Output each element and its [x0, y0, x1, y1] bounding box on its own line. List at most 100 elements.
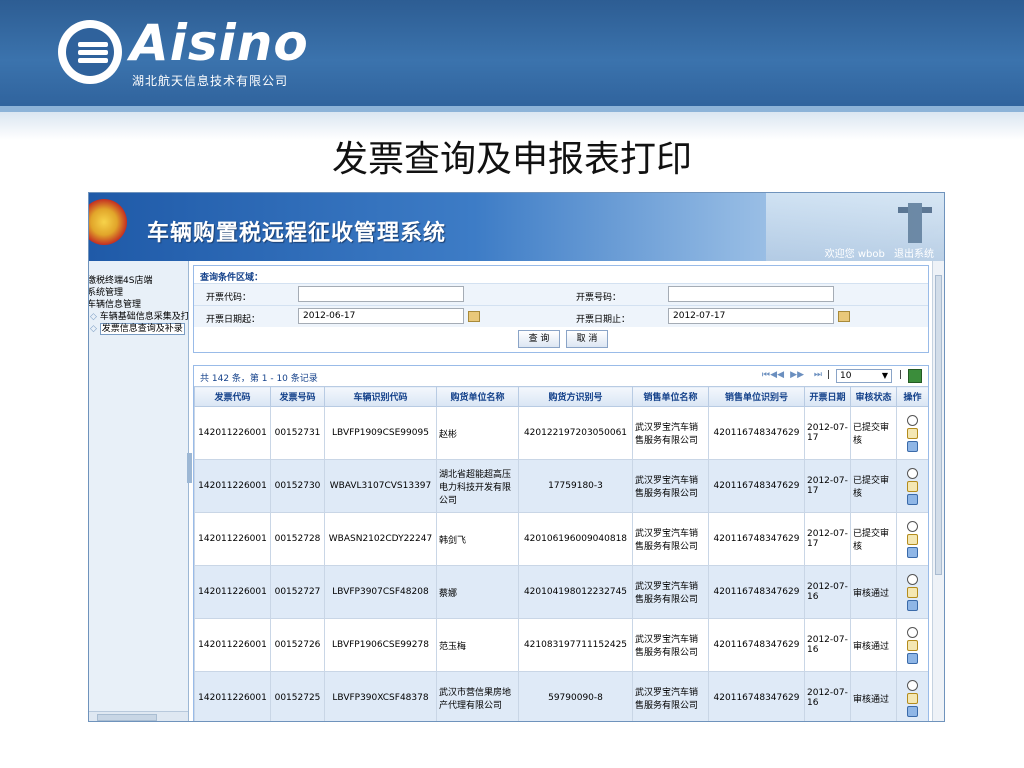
printer-icon[interactable]	[907, 652, 918, 664]
column-header[interactable]: 销售单位识别号	[708, 386, 805, 407]
calendar-icon[interactable]	[838, 311, 850, 322]
table-cell: 421083197711152425	[518, 618, 633, 672]
magnifier-icon[interactable]	[907, 626, 918, 638]
printer-icon[interactable]	[907, 440, 918, 452]
edit-icon[interactable]	[907, 692, 918, 704]
table-cell: 武汉罗宝汽车销售服务有限公司	[632, 565, 709, 619]
table-cell: 武汉市营信果房地产代理有限公司	[436, 671, 519, 721]
printer-icon[interactable]	[907, 493, 918, 505]
date-to-input[interactable]: 2012-07-17	[668, 308, 834, 324]
table-cell: 武汉罗宝汽车销售服务有限公司	[632, 512, 709, 566]
invoice-grid: 共 142 条，第 1 - 10 条记录 ⏮ ◀◀ ▶▶ ⏭ | 10 ▼ |	[193, 365, 929, 721]
nav-item-invoice-query[interactable]: ◇ 发票信息查询及补录	[90, 321, 185, 335]
magnifier-icon[interactable]	[907, 520, 918, 532]
invoice-code-input[interactable]	[298, 286, 464, 302]
actions-cell	[896, 618, 928, 672]
magnifier-icon[interactable]	[907, 679, 918, 691]
table-row[interactable]: 142011226001 00152728 WBASN2102CDY22247 韩剑飞…	[194, 512, 928, 566]
first-page-icon[interactable]: ⏮	[762, 370, 770, 380]
page-size-select[interactable]: 10 ▼	[836, 369, 892, 383]
panel-splitter[interactable]	[187, 453, 192, 483]
table-cell: 420104198012232745	[518, 565, 633, 619]
excel-icon[interactable]	[908, 369, 922, 383]
table-cell: 00152726	[270, 618, 325, 672]
table-cell: 武汉罗宝汽车销售服务有限公司	[632, 459, 709, 513]
magnifier-icon[interactable]	[907, 414, 918, 426]
chevron-down-icon: ▼	[881, 371, 888, 380]
welcome-text: 欢迎您 wbob	[824, 249, 885, 260]
invoice-no-label: 开票号码：	[576, 293, 622, 303]
brand-name: Aisino	[130, 14, 309, 72]
table-cell: 420122197203050061	[518, 406, 633, 460]
table-cell: 武汉罗宝汽车销售服务有限公司	[632, 618, 709, 672]
table-cell: 420116748347629	[708, 618, 805, 672]
table-cell: 59790090-8	[518, 671, 633, 721]
table-cell: LBVFP1909CSE99095	[324, 406, 437, 460]
national-emblem-icon	[89, 199, 127, 245]
calendar-icon[interactable]	[468, 311, 480, 322]
next-page-icon[interactable]: ▶▶	[790, 370, 804, 380]
table-cell: 420116748347629	[708, 406, 805, 460]
prev-page-icon[interactable]: ◀◀	[770, 370, 784, 380]
table-row[interactable]: 142011226001 00152727 LBVFP3907CSF48208 蔡娜 4…	[194, 565, 928, 619]
table-row[interactable]: 142011226001 00152725 LBVFP390XCSF48378 武汉市…	[194, 671, 928, 721]
edit-icon[interactable]	[907, 480, 918, 492]
column-header[interactable]: 开票日期	[804, 386, 851, 407]
column-header[interactable]: 购货单位名称	[436, 386, 519, 407]
table-cell: 蔡娜	[436, 565, 519, 619]
column-header[interactable]: 购货方识别号	[518, 386, 633, 407]
table-cell: 已提交审核	[850, 406, 897, 460]
edit-icon[interactable]	[907, 533, 918, 545]
table-cell: 142011226001	[194, 406, 271, 460]
column-header[interactable]: 销售单位名称	[632, 386, 709, 407]
app-window: 车辆购置税远程征收管理系统 欢迎您 wbob 退出系统 缴税终端4S店端 系统管…	[88, 192, 945, 722]
user-bar: 欢迎您 wbob 退出系统	[819, 245, 934, 260]
column-header[interactable]: 审核状态	[850, 386, 897, 407]
edit-icon[interactable]	[907, 639, 918, 651]
table-row[interactable]: 142011226001 00152726 LBVFP1906CSE99278 范玉梅…	[194, 618, 928, 672]
column-header[interactable]: 操作	[896, 386, 928, 407]
table-cell: 韩剑飞	[436, 512, 519, 566]
search-button[interactable]: 查 询	[518, 330, 560, 348]
table-row[interactable]: 142011226001 00152731 LBVFP1909CSE99095 赵彬 4…	[194, 406, 928, 460]
grid-toolbar: 共 142 条，第 1 - 10 条记录 ⏮ ◀◀ ▶▶ ⏭ | 10 ▼ |	[194, 366, 928, 386]
column-header[interactable]: 发票号码	[270, 386, 325, 407]
printer-icon[interactable]	[907, 705, 918, 717]
column-header[interactable]: 发票代码	[194, 386, 271, 407]
table-cell: WBAVL3107CVS13397	[324, 459, 437, 513]
aisino-logo-icon	[58, 20, 122, 84]
table-cell: 142011226001	[194, 459, 271, 513]
nav-tree: 缴税终端4S店端 系统管理 车辆信息管理 ◇ 车辆基础信息采集及打 ◇ 发票信息…	[89, 261, 189, 721]
printer-icon[interactable]	[907, 546, 918, 558]
table-cell: 已提交审核	[850, 512, 897, 566]
logout-link[interactable]: 退出系统	[894, 249, 934, 260]
pager-separator: |	[826, 370, 830, 380]
table-row[interactable]: 142011226001 00152730 WBAVL3107CVS13397 湖北省…	[194, 459, 928, 513]
table-cell: 420116748347629	[708, 459, 805, 513]
edit-icon[interactable]	[907, 586, 918, 598]
edit-icon[interactable]	[907, 427, 918, 439]
magnifier-icon[interactable]	[907, 467, 918, 479]
page-vscrollbar[interactable]	[932, 261, 944, 721]
invoice-no-input[interactable]	[668, 286, 834, 302]
sidebar-hscrollbar[interactable]	[89, 711, 188, 721]
table-cell: 142011226001	[194, 618, 271, 672]
column-header[interactable]: 车辆识别代码	[324, 386, 437, 407]
nav-item-label: 发票信息查询及补录	[99, 323, 185, 335]
table-cell: 武汉罗宝汽车销售服务有限公司	[632, 671, 709, 721]
record-summary: 共 142 条，第 1 - 10 条记录	[200, 374, 318, 384]
date-from-input[interactable]: 2012-06-17	[298, 308, 464, 324]
table-header-row: 发票代码 发票号码 车辆识别代码 购货单位名称 购货方识别号 销售单位名称 销售单位识别号开…	[194, 386, 928, 407]
table-cell: 00152727	[270, 565, 325, 619]
table-cell: 审核通过	[850, 671, 897, 721]
table-cell: 武汉罗宝汽车销售服务有限公司	[632, 406, 709, 460]
main-panel: 查询条件区域： 开票代码： 开票号码： 开票日期起： 2012-06-17 开票…	[193, 265, 929, 721]
table-cell: 142011226001	[194, 565, 271, 619]
table-cell: 00152731	[270, 406, 325, 460]
table-cell: 2012-07-16	[804, 671, 851, 721]
magnifier-icon[interactable]	[907, 573, 918, 585]
printer-icon[interactable]	[907, 599, 918, 611]
cancel-button[interactable]: 取 消	[566, 330, 608, 348]
last-page-icon[interactable]: ⏭	[814, 370, 822, 380]
table-cell: 湖北省超能超高压电力科技开发有限公司	[436, 459, 519, 513]
